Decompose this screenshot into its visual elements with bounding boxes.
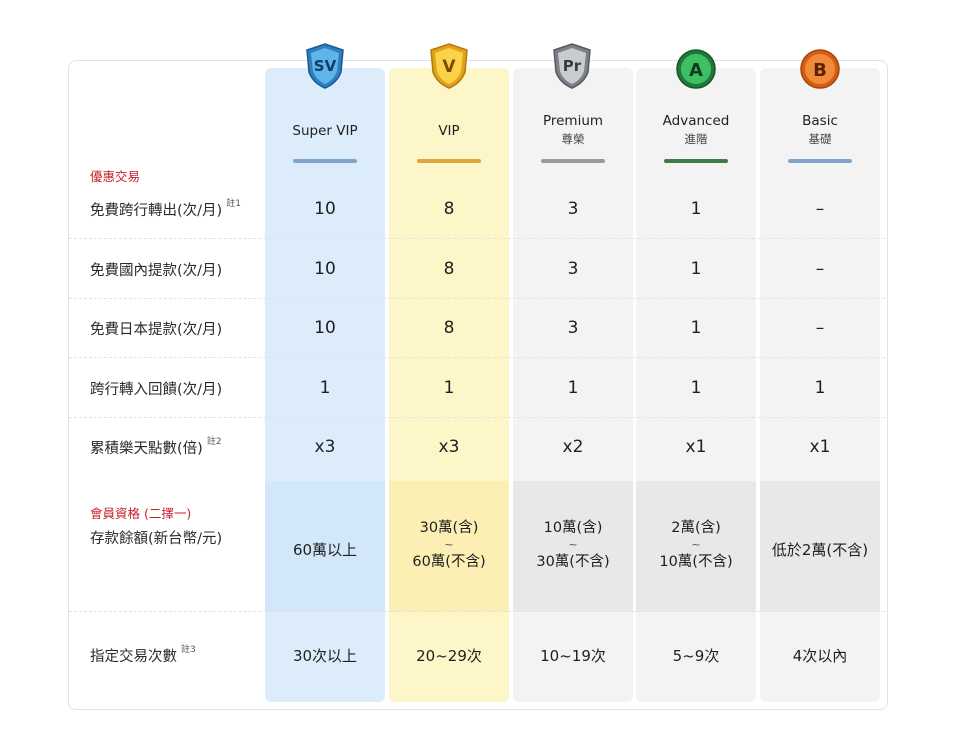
tier-name-label: Basic	[802, 113, 838, 129]
cell-value: 8	[443, 199, 455, 219]
badge-text: Pr	[563, 57, 582, 75]
footnote-marker: 註2	[206, 437, 222, 447]
tier-name-label: Premium	[542, 113, 604, 129]
deposit-range: 30萬(含) ~ 60萬(不含)	[389, 517, 509, 573]
cell-value: 3	[567, 259, 579, 279]
cell-value: 8	[443, 318, 455, 338]
cell-value: 1	[319, 378, 331, 398]
badge-text: B	[813, 60, 827, 81]
tier-name-advanced: Advanced 進階	[636, 112, 756, 148]
transactions-value: 10~19次	[540, 647, 606, 665]
row-label-text: 免費國內提款(次/月)	[90, 263, 223, 279]
cell-value: 10	[314, 318, 336, 338]
cell-value: 1	[690, 378, 702, 398]
cell-value: 1	[690, 259, 702, 279]
tier-name-label: Advanced	[662, 113, 730, 129]
cell-value: 8	[443, 259, 455, 279]
tier-bar-vip	[417, 159, 481, 163]
badge-text: A	[689, 60, 703, 81]
row-divider	[69, 417, 885, 418]
tier-bar-advanced	[664, 159, 728, 163]
tier-name-super-vip: Super VIP	[265, 122, 385, 140]
transactions-value: 5~9次	[672, 647, 720, 665]
row-label-free-interbank-transfer: 免費跨行轉出(次/月) 註1	[90, 199, 241, 220]
badge-text: V	[442, 57, 456, 77]
row-label-deposit-balance: 存款餘額(新台幣/元)	[90, 531, 223, 547]
cell-value: x3	[314, 437, 336, 457]
range-tilde: ~	[568, 538, 578, 551]
cell-value: 3	[567, 199, 579, 219]
tier-subname: 尊榮	[561, 132, 585, 146]
deposit-range-min: 10萬(含)	[543, 520, 603, 536]
cell-value: 1	[567, 378, 579, 398]
cell-value: 10	[314, 199, 336, 219]
basic-circle-icon: B	[800, 49, 840, 89]
row-label-text: 免費跨行轉出(次/月)	[90, 203, 223, 219]
tier-bar-basic	[788, 159, 852, 163]
badge-text: SV	[314, 57, 337, 75]
transactions-value: 20~29次	[416, 647, 482, 665]
cell-value: 1	[690, 318, 702, 338]
cell-value: –	[815, 318, 825, 338]
row-divider	[69, 611, 885, 612]
cell-value: 1	[690, 199, 702, 219]
advanced-circle-icon: A	[676, 49, 716, 89]
tier-name-label: VIP	[438, 123, 460, 139]
tier-bar-premium	[541, 159, 605, 163]
row-label-text: 免費日本提款(次/月)	[90, 322, 223, 338]
tier-bar-super-vip	[293, 159, 357, 163]
section-membership-heading: 會員資格 (二擇一)	[90, 506, 192, 521]
tier-name-basic: Basic 基礎	[760, 112, 880, 148]
row-label-rakuten-points: 累積樂天點數(倍) 註2	[90, 437, 222, 458]
row-label-interbank-inbound-rebate: 跨行轉入回饋(次/月)	[90, 378, 222, 399]
tier-name-label: Super VIP	[292, 123, 358, 139]
cell-value: –	[815, 199, 825, 219]
row-divider	[69, 298, 885, 299]
tier-name-vip: VIP	[389, 122, 509, 140]
premium-shield-icon: Pr	[553, 43, 591, 89]
deposit-range-max: 30萬(不含)	[536, 554, 610, 570]
cell-value: 1	[814, 378, 826, 398]
deposit-range: 10萬(含) ~ 30萬(不含)	[513, 517, 633, 573]
super-vip-shield-icon: SV	[306, 43, 344, 89]
cell-value: x3	[438, 437, 460, 457]
transactions-value: 30次以上	[292, 647, 358, 665]
row-label-free-japan-withdrawal: 免費日本提款(次/月)	[90, 318, 222, 339]
deposit-range-max: 60萬(不含)	[412, 554, 486, 570]
row-label-free-domestic-withdrawal: 免費國內提款(次/月)	[90, 259, 222, 280]
deposit-value: 低於2萬(不含)	[771, 541, 869, 559]
footnote-marker: 註1	[226, 199, 241, 209]
deposit-range-max: 10萬(不含)	[659, 554, 733, 570]
footnote-marker: 註3	[181, 645, 196, 655]
row-label-designated-transactions: 指定交易次數 註3	[90, 645, 196, 666]
row-divider	[69, 357, 885, 358]
deposit-range-min: 30萬(含)	[419, 520, 479, 536]
row-label-text: 累積樂天點數(倍)	[90, 441, 203, 457]
cell-value: –	[815, 259, 825, 279]
cell-value: 1	[443, 378, 455, 398]
section-benefits-heading: 優惠交易	[90, 169, 141, 184]
cell-value: 10	[314, 259, 336, 279]
deposit-value: 60萬以上	[292, 541, 358, 559]
range-tilde: ~	[691, 538, 701, 551]
tier-subname: 進階	[684, 132, 708, 146]
cell-value: x1	[809, 437, 831, 457]
deposit-range: 2萬(含) ~ 10萬(不含)	[636, 517, 756, 573]
deposit-range-min: 2萬(含)	[671, 520, 721, 536]
row-label-text: 跨行轉入回饋(次/月)	[90, 382, 223, 398]
cell-value: x1	[685, 437, 707, 457]
range-tilde: ~	[444, 538, 454, 551]
row-label-text: 指定交易次數	[90, 649, 177, 665]
cell-value: 3	[567, 318, 579, 338]
vip-shield-icon: V	[430, 43, 468, 89]
transactions-value: 4次以內	[792, 647, 848, 665]
tier-subname: 基礎	[808, 132, 832, 146]
tier-name-premium: Premium 尊榮	[513, 112, 633, 148]
row-divider	[69, 238, 885, 239]
cell-value: x2	[562, 437, 584, 457]
